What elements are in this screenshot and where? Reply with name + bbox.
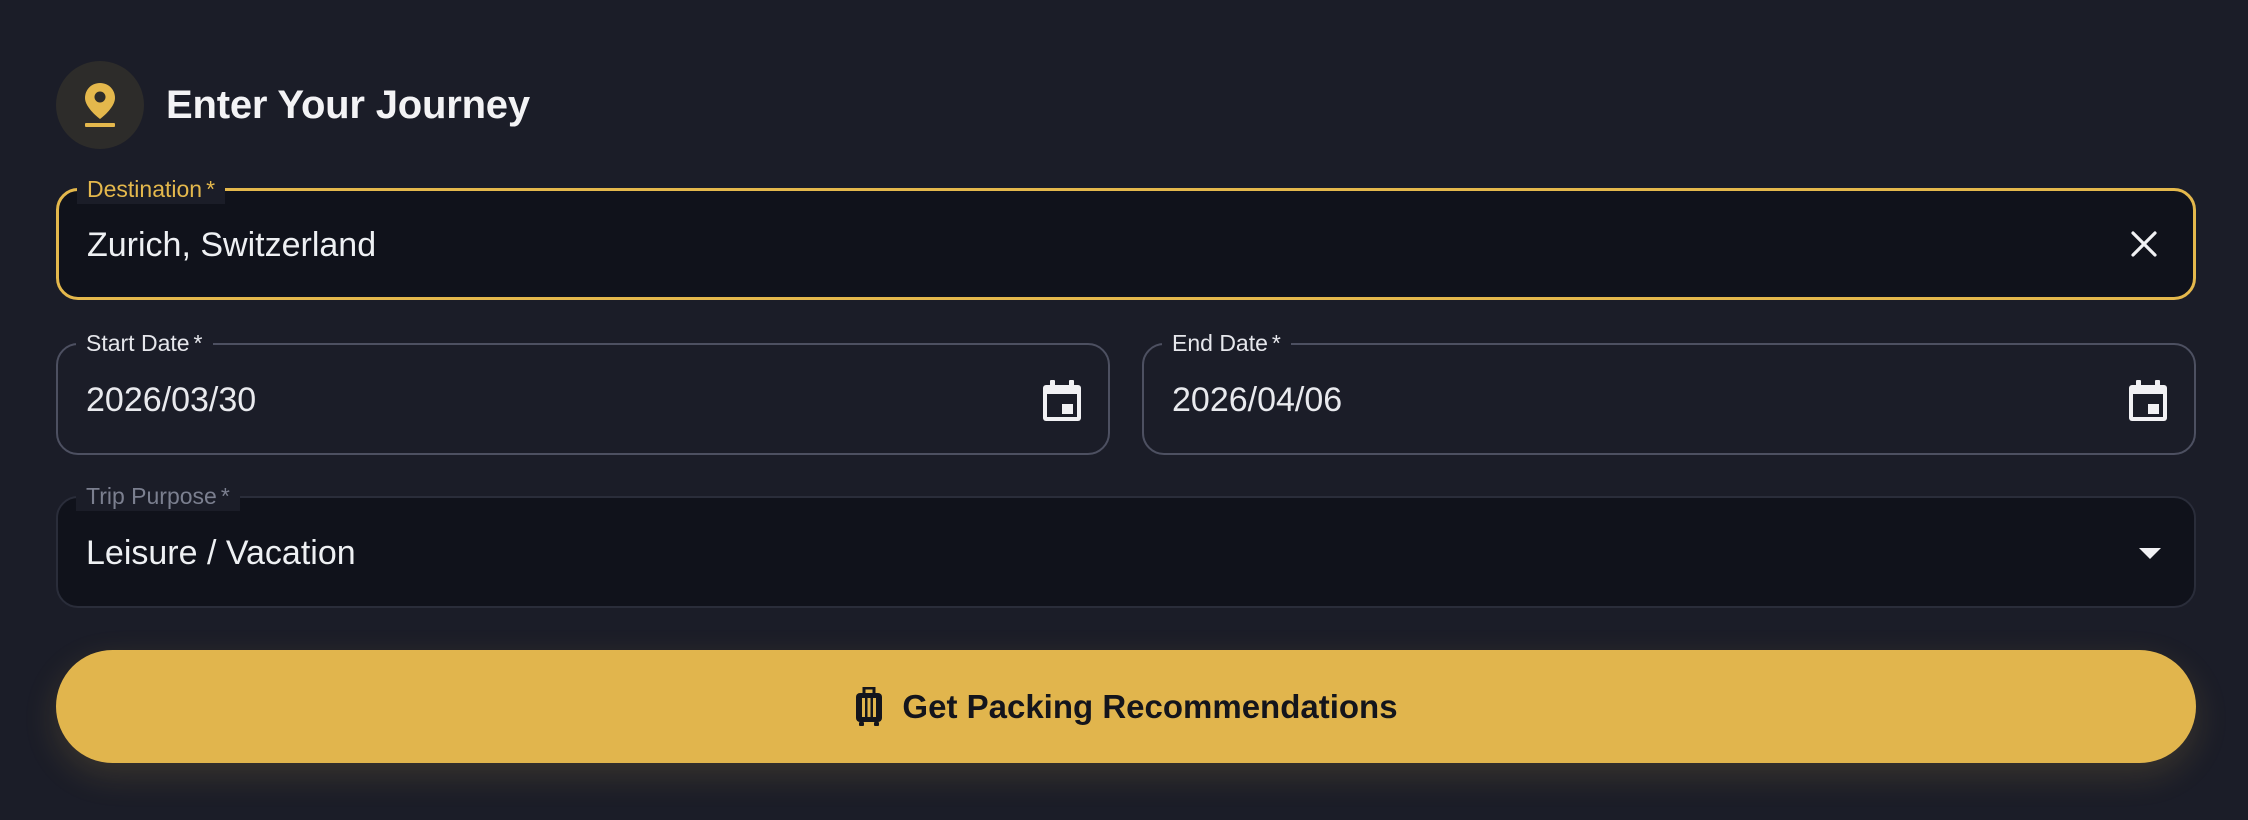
end-date-picker-button[interactable] [2120, 373, 2176, 429]
calendar-icon [2129, 380, 2167, 421]
trip-purpose-label: Trip Purpose * [76, 481, 240, 511]
trip-purpose-label-text: Trip Purpose [86, 483, 217, 509]
close-icon [2131, 231, 2157, 257]
location-pin-icon [85, 83, 115, 127]
journey-header: Enter Your Journey [56, 61, 530, 149]
get-packing-recommendations-button[interactable]: Get Packing Recommendations [56, 650, 2196, 763]
start-date-label: Start Date * [76, 328, 213, 358]
trip-purpose-value[interactable]: Leisure / Vacation [86, 533, 356, 573]
location-badge [56, 61, 144, 149]
trip-purpose-dropdown-button[interactable] [2128, 532, 2172, 576]
dropdown-arrow-icon [2139, 548, 2161, 559]
luggage-icon [856, 686, 883, 726]
destination-label: Destination * [77, 174, 226, 204]
destination-label-text: Destination [87, 176, 203, 202]
end-date-field[interactable]: End Date * 2026/04/06 [1142, 328, 2196, 455]
destination-input[interactable]: Zurich, Switzerland [87, 225, 376, 265]
trip-purpose-select[interactable]: Trip Purpose * Leisure / Vacation [56, 481, 2196, 608]
required-marker: * [220, 483, 230, 509]
end-date-label: End Date * [1162, 328, 1291, 358]
required-marker: * [193, 330, 203, 356]
cta-label: Get Packing Recommendations [902, 687, 1398, 725]
required-marker: * [206, 176, 216, 202]
start-date-input[interactable]: 2026/03/30 [86, 380, 256, 420]
end-date-input[interactable]: 2026/04/06 [1172, 380, 1342, 420]
required-marker: * [1271, 330, 1281, 356]
destination-field[interactable]: Destination * Zurich, Switzerland [56, 174, 2196, 300]
start-date-picker-button[interactable] [1034, 373, 1090, 429]
start-date-label-text: Start Date [86, 330, 190, 356]
calendar-icon [1043, 380, 1081, 421]
clear-destination-button[interactable] [2119, 219, 2169, 269]
page-title: Enter Your Journey [166, 82, 530, 127]
end-date-label-text: End Date [1172, 330, 1268, 356]
start-date-field[interactable]: Start Date * 2026/03/30 [56, 328, 1110, 455]
